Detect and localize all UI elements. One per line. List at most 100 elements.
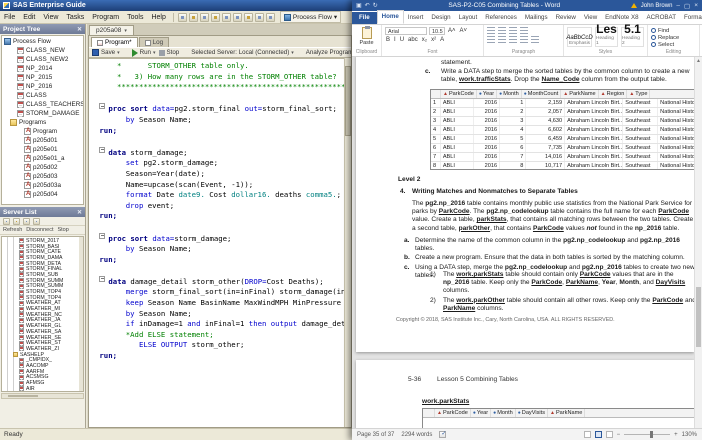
- style-card[interactable]: AaBbCcD Emphasis: [566, 27, 593, 47]
- project-tree-data-item[interactable]: CLASS_TEACHERS: [4, 100, 83, 109]
- shrink-font-button[interactable]: A˅: [459, 28, 469, 34]
- paste-button[interactable]: Paste: [355, 26, 378, 46]
- editing-item[interactable]: Find: [651, 27, 696, 34]
- style-card[interactable]: Les Heading 1: [595, 22, 618, 47]
- column-header[interactable]: ParkName: [548, 409, 586, 417]
- close-icon[interactable]: ✕: [77, 26, 82, 33]
- project-tree-program-item[interactable]: p205d02: [4, 163, 83, 172]
- menu-item[interactable]: View: [39, 13, 62, 22]
- column-header[interactable]: Month: [497, 90, 522, 98]
- format-button[interactable]: A: [439, 37, 445, 43]
- format-button[interactable]: x₂: [421, 37, 428, 43]
- zoom-level[interactable]: 130%: [682, 432, 697, 438]
- grow-font-button[interactable]: A˄: [447, 28, 457, 34]
- ribbon-tab[interactable]: Insert: [404, 12, 427, 24]
- align-right-icon[interactable]: [509, 36, 517, 43]
- view-icon[interactable]: [33, 217, 40, 225]
- menu-item[interactable]: Tasks: [62, 13, 88, 22]
- ribbon-tab[interactable]: Format: [680, 12, 702, 24]
- menu-item[interactable]: Edit: [19, 13, 39, 22]
- column-header[interactable]: Month: [491, 409, 516, 417]
- project-tree-program-item[interactable]: p205d03a: [4, 181, 83, 190]
- code-editor[interactable]: * STORM_OTHER table only. * 3) How many …: [89, 58, 344, 427]
- undo-icon[interactable]: ↶: [365, 2, 370, 9]
- server-list-button[interactable]: Refresh: [3, 227, 22, 233]
- format-button[interactable]: abc: [407, 37, 419, 43]
- close-icon[interactable]: ×: [694, 2, 698, 10]
- menu-item[interactable]: Tools: [123, 13, 147, 22]
- open-icon[interactable]: [188, 12, 198, 22]
- tab-file[interactable]: File: [352, 12, 377, 24]
- files-icon[interactable]: [23, 217, 30, 225]
- project-tree-data-item[interactable]: NP_2015: [4, 73, 83, 82]
- column-header[interactable]: Year: [471, 409, 492, 417]
- save-icon[interactable]: [199, 12, 209, 22]
- new-icon[interactable]: [177, 12, 187, 22]
- bullets-icon[interactable]: [487, 27, 495, 34]
- server-list-button[interactable]: Disconnect: [26, 227, 53, 233]
- restore-icon[interactable]: ▢: [684, 2, 690, 10]
- run-button[interactable]: Run ▾: [131, 48, 156, 57]
- save-button[interactable]: Save ▾: [92, 49, 120, 56]
- align-center-icon[interactable]: [498, 36, 506, 43]
- server-list-scrollbar[interactable]: [79, 237, 83, 391]
- project-tree-program-item[interactable]: p205e01_a: [4, 154, 83, 163]
- zoom-slider[interactable]: [624, 431, 671, 438]
- server-list-hscrollbar[interactable]: [1, 393, 84, 399]
- project-tree-data-item[interactable]: CLASS: [4, 91, 83, 100]
- read-mode-icon[interactable]: [583, 431, 591, 438]
- column-header[interactable]: ParkCode: [435, 409, 471, 417]
- menu-item[interactable]: Help: [147, 13, 169, 22]
- server-list-button[interactable]: Stop: [57, 227, 68, 233]
- redo-icon[interactable]: [265, 12, 275, 22]
- close-icon[interactable]: ✕: [77, 209, 82, 216]
- column-header[interactable]: ParkName: [561, 90, 599, 98]
- stop-button[interactable]: Stop: [158, 49, 179, 56]
- ribbon-tab[interactable]: ACROBAT: [643, 12, 680, 24]
- editing-item[interactable]: Replace: [651, 34, 696, 41]
- server-list-header[interactable]: Server List ✕: [0, 207, 85, 217]
- justify-icon[interactable]: [520, 36, 528, 43]
- word-count[interactable]: 2294 words: [401, 432, 432, 438]
- font-name-select[interactable]: Arial: [385, 27, 427, 35]
- format-button[interactable]: U: [399, 37, 405, 43]
- ribbon-tab[interactable]: Layout: [455, 12, 482, 24]
- tree-root-process-flow[interactable]: Process Flow: [4, 37, 83, 46]
- user-name[interactable]: John Brown: [641, 3, 673, 9]
- column-header[interactable]: MonthCount: [522, 90, 562, 98]
- menu-item[interactable]: File: [0, 13, 19, 22]
- scroll-up-icon[interactable]: ▲: [695, 57, 702, 65]
- undo-icon[interactable]: [254, 12, 264, 22]
- multilevel-list-icon[interactable]: [509, 27, 517, 34]
- process-flow-dropdown[interactable]: Process Flow ▾: [279, 11, 342, 23]
- ribbon-tab[interactable]: Mailings: [521, 12, 552, 24]
- align-left-icon[interactable]: [487, 36, 495, 43]
- project-tree-data-item[interactable]: STORM_DAMAGE: [4, 109, 83, 118]
- project-tree-data-item[interactable]: CLASS_NEW: [4, 46, 83, 55]
- editing-item[interactable]: Select: [651, 41, 696, 48]
- tab-program[interactable]: Program*: [91, 37, 138, 47]
- document-tab[interactable]: p205a08 ▾: [89, 25, 134, 35]
- project-tree-program-item[interactable]: p205d01: [4, 136, 83, 145]
- print-icon[interactable]: [210, 12, 220, 22]
- menu-item[interactable]: Program: [88, 13, 123, 22]
- minimize-icon[interactable]: –: [676, 2, 680, 10]
- format-button[interactable]: I: [393, 37, 397, 43]
- project-tree-program-item[interactable]: p205e01: [4, 145, 83, 154]
- shading-icon[interactable]: [531, 36, 539, 43]
- ribbon-tab[interactable]: Design: [427, 12, 454, 24]
- column-header[interactable]: DayVisits: [516, 409, 548, 417]
- save-icon[interactable]: ▣: [356, 2, 362, 9]
- project-tree-data-item[interactable]: NP_2014: [4, 64, 83, 73]
- ribbon-tab[interactable]: Home: [376, 10, 404, 24]
- project-tree-program-item[interactable]: Program: [4, 127, 83, 136]
- sas-titlebar[interactable]: SAS Enterprise Guide: [0, 0, 352, 11]
- project-tree-header[interactable]: Project Tree ✕: [0, 24, 85, 34]
- column-header[interactable]: Year: [477, 90, 498, 98]
- format-button[interactable]: B: [385, 37, 391, 43]
- server-selector[interactable]: Selected Server: Local (Connected) ▾: [191, 49, 294, 56]
- project-tree-program-item[interactable]: p205d04: [4, 190, 83, 199]
- print-layout-icon[interactable]: [594, 431, 602, 438]
- zoom-out-icon[interactable]: −: [617, 432, 621, 438]
- format-button[interactable]: x²: [430, 37, 437, 43]
